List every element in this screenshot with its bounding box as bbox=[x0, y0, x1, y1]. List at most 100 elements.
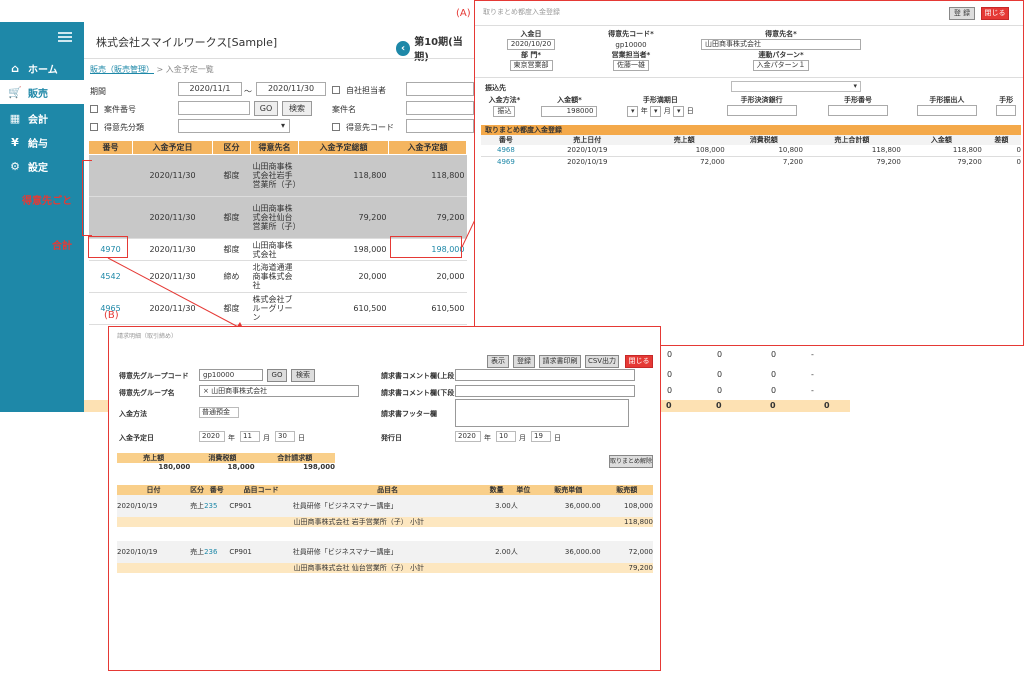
display-button[interactable]: 表示 bbox=[487, 355, 509, 368]
csv-button[interactable]: CSV出力 bbox=[585, 355, 619, 368]
method-select[interactable]: 振込 bbox=[493, 106, 516, 117]
comment-upper-input[interactable] bbox=[455, 369, 635, 381]
sidebar-item-label: 会計 bbox=[28, 114, 48, 126]
year-select[interactable]: 2020 bbox=[199, 431, 225, 442]
row-link[interactable]: 4968 bbox=[481, 145, 531, 156]
col-header[interactable]: 入金予定日 bbox=[132, 140, 213, 155]
total-cell: 0 bbox=[716, 401, 722, 410]
row-link[interactable]: 4969 bbox=[481, 156, 531, 167]
search-button[interactable]: 検索 bbox=[282, 101, 312, 116]
method-select[interactable]: 普通預金 bbox=[199, 407, 239, 418]
go-button[interactable]: GO bbox=[254, 101, 278, 116]
breadcrumb-link[interactable]: 販売（販売管理） bbox=[90, 65, 154, 74]
chevron-left-icon[interactable]: ‹ bbox=[396, 40, 411, 56]
cell: 0 bbox=[717, 386, 723, 395]
client-class-label: 得意先分類 bbox=[104, 123, 144, 132]
cell: 0 bbox=[667, 370, 673, 379]
home-icon: ⌂ bbox=[11, 61, 19, 75]
col-header[interactable]: 入金予定総額 bbox=[298, 140, 389, 155]
month-select[interactable]: ▾ bbox=[649, 106, 662, 117]
department-select[interactable]: 東京営業部 bbox=[509, 60, 553, 71]
search-button[interactable]: 検索 bbox=[291, 369, 315, 382]
date-from-input[interactable]: 2020/11/1 bbox=[178, 82, 242, 96]
own-staff-checkbox[interactable] bbox=[332, 86, 340, 94]
payment-date-input[interactable]: 2020/10/20 bbox=[506, 39, 556, 50]
cell: 0 bbox=[771, 370, 777, 379]
invoice-total: 198,000 bbox=[303, 463, 335, 471]
note-number-input[interactable] bbox=[827, 105, 888, 116]
highlight-number bbox=[88, 236, 128, 258]
col-header[interactable]: 区分 bbox=[212, 140, 251, 155]
field-label: 手形決済銀行 bbox=[740, 96, 783, 104]
cancel-batch-button[interactable]: 取りまとめ解除 bbox=[609, 455, 653, 468]
register-button[interactable]: 登 録 bbox=[949, 7, 975, 20]
annotation-per-client: 得意先ごと bbox=[22, 196, 72, 207]
own-staff-input[interactable] bbox=[406, 82, 474, 96]
client-code-checkbox[interactable] bbox=[332, 123, 340, 131]
sidebar-item-settings[interactable]: ⚙ 設定 bbox=[0, 154, 84, 178]
note-input[interactable] bbox=[996, 105, 1017, 116]
col-header[interactable]: 得意先名 bbox=[250, 140, 299, 155]
case-no-input[interactable] bbox=[178, 101, 250, 115]
transfer-select[interactable]: ▾ bbox=[731, 81, 861, 92]
client-class-checkbox[interactable] bbox=[90, 123, 98, 131]
col-header: 合計請求額 bbox=[254, 453, 335, 463]
menu-icon[interactable] bbox=[58, 32, 72, 42]
group-name-input[interactable]: × 山田商事株式会社 bbox=[199, 385, 359, 397]
row-number-link[interactable]: 4542 bbox=[100, 272, 120, 281]
pattern-select[interactable]: 入金パターン１ bbox=[752, 60, 810, 71]
case-no-checkbox[interactable] bbox=[90, 105, 98, 113]
panel-title: 請求明細（取引締め） bbox=[117, 333, 178, 340]
bank-input[interactable] bbox=[726, 105, 797, 116]
bracket-annotation bbox=[82, 160, 92, 236]
month-select[interactable]: 11 bbox=[240, 431, 260, 442]
drawer-input[interactable] bbox=[916, 105, 977, 116]
sales-staff-select[interactable]: 佐藤一雄 bbox=[613, 60, 649, 71]
issue-year-select[interactable]: 2020 bbox=[455, 431, 481, 442]
group-code-input[interactable]: gp10000 bbox=[199, 369, 263, 381]
client-class-select[interactable]: ▾ bbox=[178, 119, 290, 133]
col-header[interactable]: 番号 bbox=[88, 140, 133, 155]
sidebar-item-payroll[interactable]: ¥ 給与 bbox=[0, 130, 84, 154]
cell: - bbox=[811, 350, 814, 359]
date-to-input[interactable]: 2020/11/30 bbox=[256, 82, 326, 96]
table-row: 2020/10/19 売上 235 CP901 社員研修「ビジネスマナー講座」 3.00 人… bbox=[117, 495, 653, 517]
close-button[interactable]: 閉じる bbox=[625, 355, 653, 368]
cell: 0 bbox=[667, 386, 673, 395]
footer-label: 請求書フッター欄 bbox=[381, 410, 437, 418]
client-name-input[interactable] bbox=[406, 101, 474, 115]
issue-month-select[interactable]: 10 bbox=[496, 431, 516, 442]
day-select[interactable]: ▾ bbox=[672, 106, 685, 117]
company-name: 株式会社スマイルワークス[Sample] bbox=[96, 36, 278, 49]
field-label: 入金方法* bbox=[488, 96, 521, 104]
day-select[interactable]: 30 bbox=[275, 431, 295, 442]
annotation-total: 合計 bbox=[52, 241, 72, 252]
line-link[interactable]: 235 bbox=[204, 495, 229, 517]
table-row: 4969 2020/10/19 72,000 7,200 79,200 79,200 0 bbox=[481, 156, 1021, 167]
line-link[interactable]: 236 bbox=[204, 541, 229, 563]
col-header: 売上合計額 bbox=[834, 136, 870, 144]
client-code-input[interactable] bbox=[406, 119, 474, 133]
sidebar-item-accounting[interactable]: ▦ 会計 bbox=[0, 106, 84, 130]
issue-day-select[interactable]: 19 bbox=[531, 431, 551, 442]
comment-lower-input[interactable] bbox=[455, 385, 635, 397]
print-invoice-button[interactable]: 請求書印刷 bbox=[539, 355, 581, 368]
register-button[interactable]: 登録 bbox=[513, 355, 535, 368]
tax-total: 18,000 bbox=[227, 463, 255, 471]
col-header: 品目名 bbox=[292, 485, 483, 495]
col-header: 販売額 bbox=[600, 485, 653, 495]
breadcrumb: 販売（販売管理） > 入金予定一覧 bbox=[90, 64, 214, 75]
client-name-input[interactable]: 山田商事株式会社 bbox=[701, 39, 861, 50]
sidebar-item-home[interactable]: ⌂ ホーム bbox=[0, 56, 84, 80]
total-cell: 0 bbox=[770, 401, 776, 410]
divider bbox=[84, 58, 474, 59]
year-select[interactable]: ▾ bbox=[626, 106, 639, 117]
col-header[interactable]: 入金予定額 bbox=[388, 140, 467, 155]
footer-textarea[interactable] bbox=[455, 399, 629, 427]
go-button[interactable]: GO bbox=[267, 369, 287, 382]
amount-input[interactable]: 198000 bbox=[541, 106, 598, 117]
close-button[interactable]: 閉じる bbox=[981, 7, 1009, 20]
panel-title: 取りまとめ都度入金登録 bbox=[483, 8, 560, 16]
sidebar-item-sales[interactable]: 🛒 販売 bbox=[0, 80, 84, 104]
table-row: 4965 2020/11/30 都度 株式会社ブルーグリーン 610,500 610,50… bbox=[88, 292, 467, 325]
